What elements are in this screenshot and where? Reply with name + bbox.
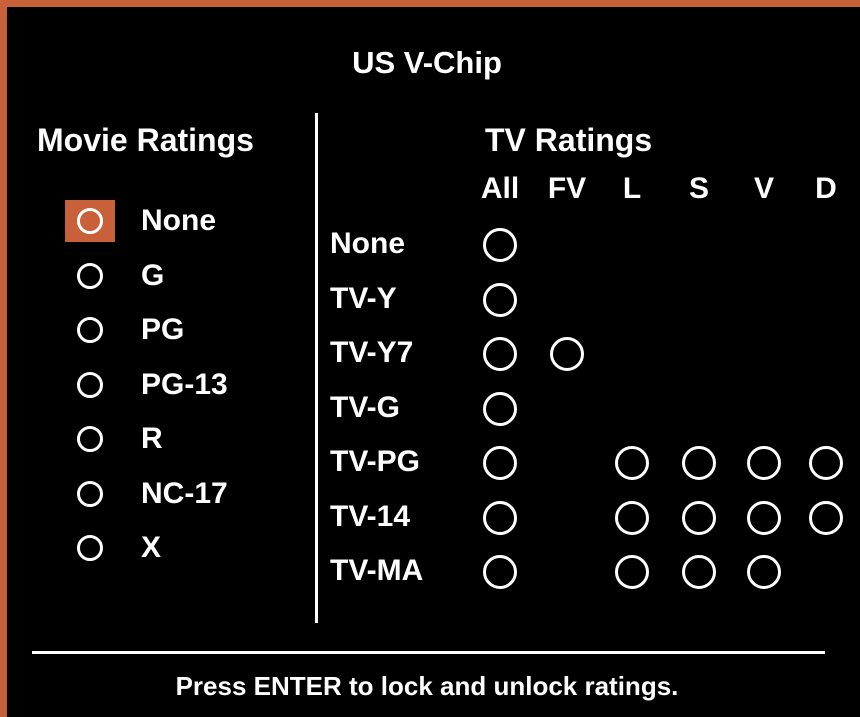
tv-rating-label-none: None <box>330 227 405 260</box>
radio-circle-icon[interactable] <box>747 555 781 589</box>
movie-rating-radio-highlight <box>65 200 115 242</box>
movie-rating-option-r[interactable]: R <box>65 417 285 461</box>
radio-circle-icon[interactable] <box>747 446 781 480</box>
tv-rating-label-tv-pg: TV-PG <box>330 445 421 478</box>
screen-title: US V-Chip <box>352 45 502 80</box>
radio-circle-icon[interactable] <box>77 480 103 507</box>
movie-rating-label: NC-17 <box>141 476 228 510</box>
radio-circle-icon[interactable] <box>747 500 781 535</box>
movie-rating-option-g[interactable]: G <box>65 254 285 298</box>
horizontal-divider <box>32 651 825 654</box>
radio-circle-icon[interactable] <box>77 262 103 289</box>
movie-rating-label: R <box>141 422 163 455</box>
radio-circle-icon[interactable] <box>483 337 517 371</box>
radio-circle-icon[interactable] <box>483 446 517 480</box>
tv-rating-label-tv-ma: TV-MA <box>330 554 424 587</box>
movie-rating-radio-highlight <box>65 473 115 515</box>
radio-circle-icon[interactable] <box>682 500 716 535</box>
movie-rating-radio-highlight <box>65 309 115 351</box>
radio-circle-icon[interactable] <box>483 500 517 535</box>
radio-circle-icon[interactable] <box>682 446 716 480</box>
tv-rating-label-tv-g: TV-G <box>330 390 401 424</box>
movie-rating-label: PG <box>141 313 185 346</box>
movie-rating-label: G <box>141 258 165 292</box>
radio-circle-icon[interactable] <box>77 426 103 452</box>
movie-rating-option-x[interactable]: X <box>65 526 285 570</box>
tv-column-header-s: S <box>688 172 709 205</box>
vchip-screen: US V-Chip Movie Ratings None G PG PG-13 R NC-… <box>0 0 860 717</box>
radio-circle-icon[interactable] <box>809 446 843 480</box>
radio-circle-icon[interactable] <box>77 208 103 234</box>
vertical-divider <box>315 113 318 623</box>
radio-circle-icon[interactable] <box>483 391 517 426</box>
radio-circle-icon[interactable] <box>77 317 103 343</box>
tv-rating-label-tv-14: TV-14 <box>330 499 411 533</box>
movie-ratings-heading: Movie Ratings <box>37 122 254 158</box>
movie-rating-label: PG-13 <box>141 367 228 401</box>
footer-instruction: Press ENTER to lock and unlock ratings. <box>175 671 679 701</box>
movie-rating-radio-highlight <box>65 364 115 406</box>
movie-rating-radio-highlight <box>65 418 115 460</box>
movie-rating-label: None <box>141 204 216 237</box>
tv-ratings-heading: TV Ratings <box>485 122 653 158</box>
radio-circle-icon[interactable] <box>809 500 843 535</box>
radio-circle-icon[interactable] <box>77 535 103 561</box>
tv-rating-label-tv-y: TV-Y <box>330 281 397 315</box>
radio-circle-icon[interactable] <box>550 337 584 371</box>
movie-rating-option-pg[interactable]: PG <box>65 308 285 352</box>
tv-column-header-d: D <box>815 172 837 205</box>
movie-rating-option-nc-17[interactable]: NC-17 <box>65 472 285 516</box>
tv-column-header-v: V <box>753 172 774 205</box>
movie-rating-option-pg-13[interactable]: PG-13 <box>65 363 285 407</box>
movie-rating-option-none[interactable]: None <box>65 199 285 243</box>
radio-circle-icon[interactable] <box>483 282 517 317</box>
radio-circle-icon[interactable] <box>615 500 649 535</box>
movie-rating-label: X <box>141 531 162 564</box>
tv-rating-label-tv-y7: TV-Y7 <box>330 336 414 369</box>
radio-circle-icon[interactable] <box>483 555 517 589</box>
radio-circle-icon[interactable] <box>483 228 517 262</box>
tv-column-header-fv: FV <box>547 172 587 205</box>
radio-circle-icon[interactable] <box>615 555 649 589</box>
tv-column-header-l: L <box>622 172 642 205</box>
radio-circle-icon[interactable] <box>615 446 649 480</box>
radio-circle-icon[interactable] <box>77 371 103 398</box>
radio-circle-icon[interactable] <box>682 555 716 589</box>
movie-rating-radio-highlight <box>65 527 115 569</box>
movie-rating-radio-highlight <box>65 255 115 297</box>
tv-column-header-all: All <box>480 172 520 205</box>
